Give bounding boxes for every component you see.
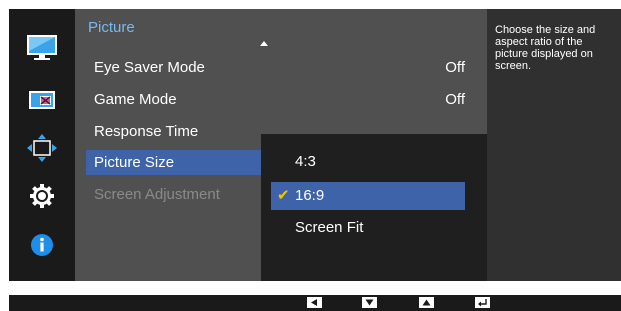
settings-icon[interactable] — [26, 181, 58, 211]
picture-icon[interactable] — [26, 33, 58, 63]
game-mode-value: Off — [445, 91, 465, 108]
option-16-9[interactable]: ✔ 16:9 — [271, 182, 465, 210]
help-text: Choose the size and aspect ratio of the … — [495, 24, 596, 72]
menu-title: Picture — [88, 19, 135, 36]
scroll-up-arrow-icon — [260, 41, 268, 46]
button-guide-bar — [9, 295, 621, 311]
checkmark-icon: ✔ — [277, 187, 290, 204]
eye-saver-mode-value: Off — [445, 59, 465, 76]
enter-key-icon[interactable] — [475, 297, 490, 308]
option-label: Screen Fit — [295, 219, 364, 236]
option-4-3[interactable]: 4:3 — [271, 148, 465, 176]
menu-item-game-mode[interactable]: Game Mode — [86, 87, 266, 112]
menu-item-screen-adjustment: Screen Adjustment — [94, 186, 220, 203]
option-label: 16:9 — [295, 187, 325, 204]
menu-item-eye-saver-mode[interactable]: Eye Saver Mode — [86, 55, 266, 80]
size-position-icon[interactable] — [26, 133, 58, 163]
menu-item-response-time[interactable]: Response Time — [86, 119, 266, 144]
help-panel: Choose the size and aspect ratio of the … — [487, 9, 621, 281]
up-arrow-key-icon[interactable] — [419, 297, 434, 308]
option-label: 4:3 — [295, 153, 316, 170]
color-icon[interactable] — [26, 85, 58, 115]
menu-item-picture-size[interactable]: Picture Size — [86, 150, 281, 175]
left-arrow-key-icon[interactable] — [307, 297, 322, 308]
option-screen-fit[interactable]: Screen Fit — [271, 214, 465, 242]
info-icon[interactable] — [26, 230, 58, 260]
category-icon-bar — [9, 9, 75, 281]
down-arrow-key-icon[interactable] — [362, 297, 377, 308]
picture-size-submenu: 4:3 ✔ 16:9 Screen Fit — [261, 134, 487, 281]
